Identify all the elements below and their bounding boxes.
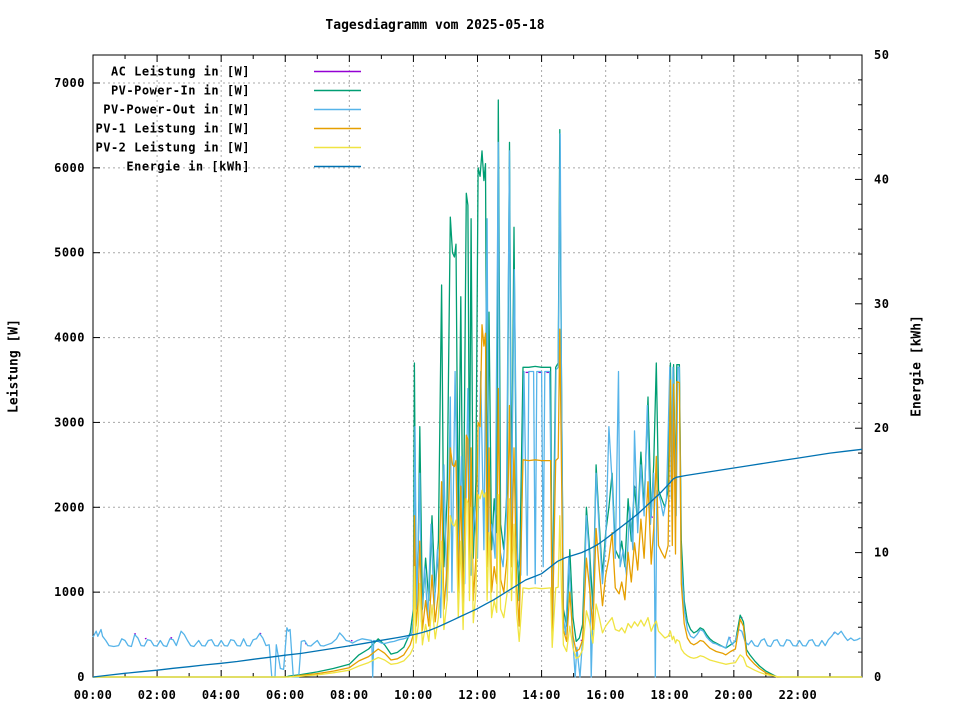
legend-label: PV-Power-In in [W]: [111, 84, 250, 98]
daily-pv-chart: Tagesdiagramm vom 2025-05-18 Leistung [W…: [0, 0, 960, 720]
x-tick-label: 12:00: [458, 688, 497, 702]
y-left-tick-label: 1000: [54, 585, 85, 599]
y-left-tick-label: 4000: [54, 331, 85, 345]
x-tick-label: 18:00: [650, 688, 689, 702]
legend-label: PV-Power-Out in [W]: [103, 103, 250, 117]
x-tick-label: 06:00: [266, 688, 305, 702]
series-ac-leistung-in-w-: [171, 638, 173, 639]
y-left-tick-label: 5000: [54, 246, 85, 260]
y-left-tick-label: 3000: [54, 415, 85, 429]
legend-label: Energie in [kWh]: [126, 160, 250, 174]
y-right-tick-label: 40: [874, 172, 889, 186]
series-ac-leistung-in-w-: [652, 517, 653, 518]
legend-label: AC Leistung in [W]: [111, 65, 250, 79]
x-tick-label: 04:00: [202, 688, 241, 702]
y-right-tick-label: 10: [874, 546, 889, 560]
y-left-tick-label: 6000: [54, 161, 85, 175]
x-tick-label: 00:00: [74, 688, 113, 702]
y-right-tick-label: 30: [874, 297, 889, 311]
x-tick-label: 16:00: [586, 688, 625, 702]
y-right-tick-label: 20: [874, 421, 889, 435]
chart-canvas: 00:00 02:00 04:00 06:00 08:00 10:00 12:00 14:00…: [0, 0, 960, 720]
x-tick-label: 20:00: [715, 688, 754, 702]
legend-label: PV-2 Leistung in [W]: [96, 141, 251, 155]
x-tick-label: 22:00: [779, 688, 818, 702]
legend-label: PV-1 Leistung in [W]: [96, 122, 251, 136]
y-left-tick-label: 0: [77, 670, 85, 684]
y-left-tick-label: 7000: [54, 76, 85, 90]
y-right-tick-label: 0: [874, 670, 882, 684]
x-tick-label: 02:00: [138, 688, 177, 702]
x-tick-label: 14:00: [522, 688, 561, 702]
x-tick-label: 10:00: [394, 688, 433, 702]
x-tick-label: 08:00: [330, 688, 369, 702]
y-left-tick-label: 2000: [54, 500, 85, 514]
y-right-tick-label: 50: [874, 48, 889, 62]
